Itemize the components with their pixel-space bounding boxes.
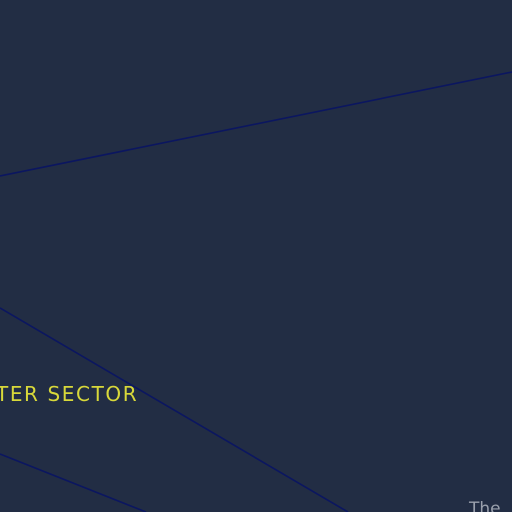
place-label: The (469, 499, 501, 512)
road-layer (0, 71, 512, 512)
road-middle-diagonal (0, 307, 349, 512)
sector-area-label: TER SECTOR (0, 382, 139, 406)
road-upper-diagonal (0, 71, 512, 177)
road-lower-diagonal (0, 453, 147, 512)
map-canvas[interactable]: TER SECTOR The (0, 0, 512, 512)
